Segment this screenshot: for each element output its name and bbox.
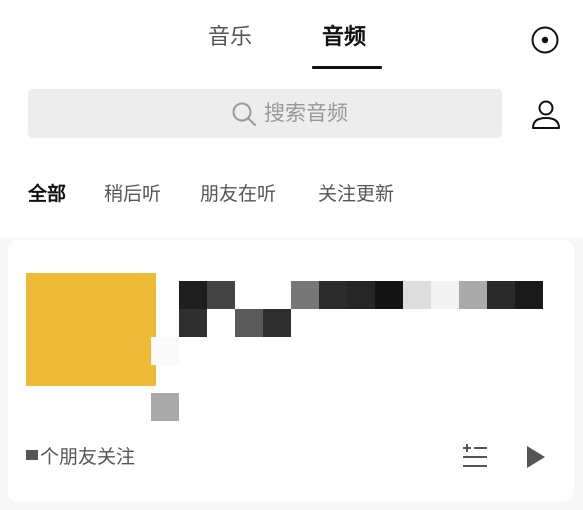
add-to-playlist-icon	[463, 444, 487, 467]
search-placeholder: 搜索音频	[264, 101, 348, 125]
play-button[interactable]	[524, 444, 548, 470]
filter-following-updates[interactable]: 关注更新	[318, 180, 394, 208]
filter-all[interactable]: 全部	[28, 180, 66, 208]
filter-listen-later[interactable]: 稍后听	[104, 180, 161, 208]
tab-music[interactable]: 音乐	[208, 22, 252, 54]
target-button[interactable]	[529, 24, 561, 56]
redacted-count	[26, 450, 38, 460]
audio-card[interactable]: 个朋友关注	[8, 240, 574, 502]
friends-following-count: 个朋友关注	[26, 445, 135, 469]
add-to-playlist-button[interactable]	[461, 442, 489, 470]
search-icon	[232, 102, 256, 126]
target-icon	[531, 26, 559, 54]
user-icon	[532, 100, 560, 129]
top-bar: 音乐 音频	[0, 0, 583, 80]
friends-following-label: 个朋友关注	[40, 446, 136, 468]
cover-image	[26, 273, 156, 386]
filter-tabs: 全部 稍后听 朋友在听 关注更新	[0, 152, 583, 238]
active-tab-indicator	[312, 66, 382, 69]
tab-audio[interactable]: 音频	[322, 22, 366, 54]
search-input[interactable]: 搜索音频	[28, 89, 502, 138]
play-icon	[527, 446, 545, 468]
search-row: 搜索音频	[0, 80, 583, 152]
filter-friends-listening[interactable]: 朋友在听	[200, 180, 276, 208]
user-button[interactable]	[528, 97, 564, 133]
